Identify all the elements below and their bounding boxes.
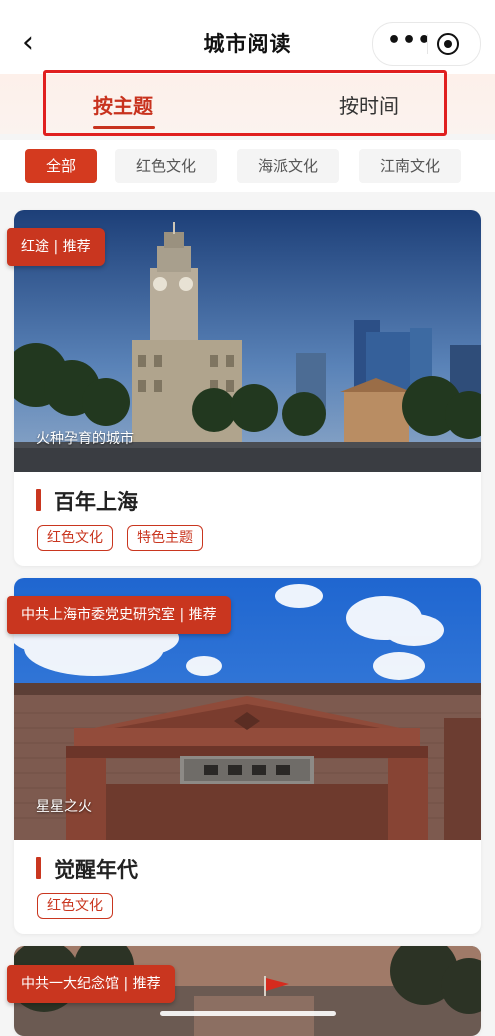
filter-chip-red-culture[interactable]: 红色文化: [115, 149, 217, 183]
card-title-row: 觉醒年代: [36, 854, 456, 882]
topic-tag[interactable]: 特色主题: [127, 525, 203, 551]
topic-tag[interactable]: 红色文化: [37, 525, 113, 551]
record-circle-icon[interactable]: [437, 33, 459, 55]
card-title: 觉醒年代: [54, 857, 138, 882]
highlight-box: [43, 70, 447, 136]
title-accent-bar: [36, 857, 41, 879]
source-ribbon: 红途 | 推荐: [7, 228, 105, 266]
source-ribbon: 中共一大纪念馆 | 推荐: [7, 965, 175, 1003]
filter-chip-haipai-culture[interactable]: 海派文化: [237, 149, 339, 183]
card-title: 百年上海: [54, 489, 138, 514]
title-accent-bar: [36, 489, 41, 511]
card-image-caption: 火种孕育的城市: [36, 431, 134, 447]
top-navigation-bar: ‹ 城市阅读 •••: [0, 0, 495, 74]
capsule-divider: [427, 34, 428, 54]
filter-chip-jiangnan-culture[interactable]: 江南文化: [359, 149, 461, 183]
more-dots-icon[interactable]: •••: [387, 30, 431, 54]
card-image-caption: 星星之火: [36, 799, 92, 815]
card-title-row: 百年上海: [36, 486, 456, 514]
filter-chip-all[interactable]: 全部: [25, 149, 97, 183]
source-ribbon: 中共上海市委党史研究室 | 推荐: [7, 596, 231, 634]
mini-program-capsule: •••: [372, 22, 481, 66]
filter-chip-bar: 全部 红色文化 海派文化 江南文化: [0, 140, 495, 192]
home-indicator: [160, 1011, 336, 1016]
topic-tag[interactable]: 红色文化: [37, 893, 113, 919]
